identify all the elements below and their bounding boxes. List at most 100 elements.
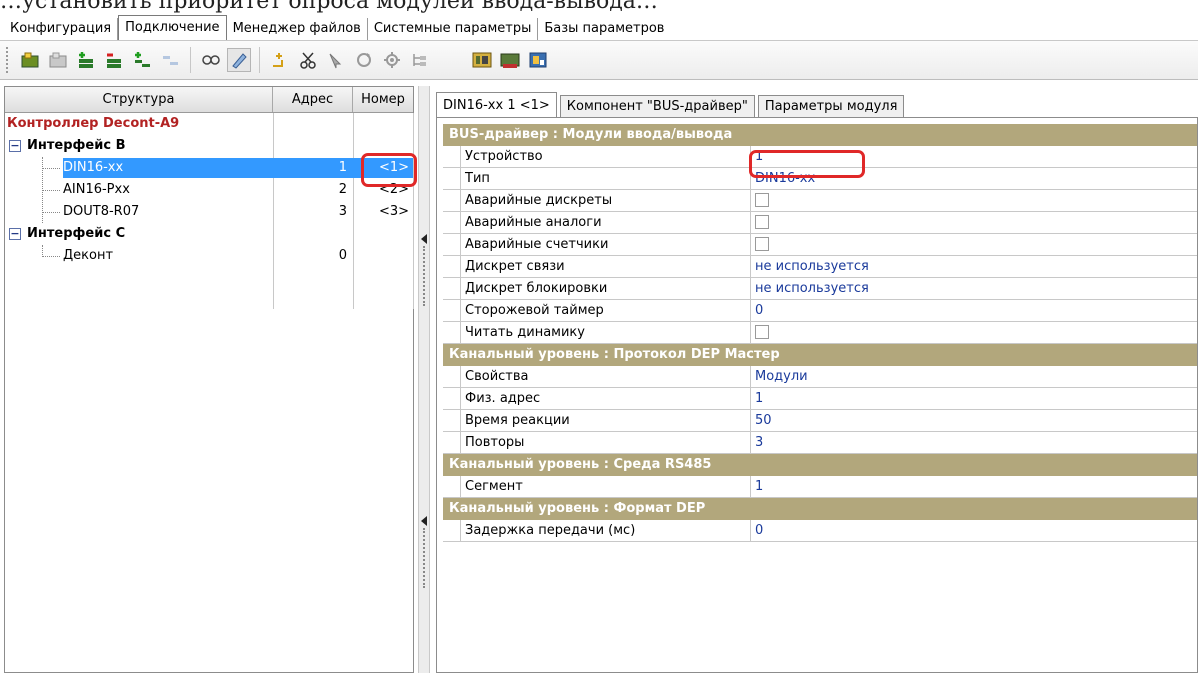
property-value[interactable]: 0 <box>751 520 1197 541</box>
splitter-grip[interactable] <box>423 528 425 588</box>
property-value[interactable]: не используется <box>751 256 1197 277</box>
tree-connector <box>42 256 60 257</box>
property-row[interactable]: Дискрет связи не используется <box>443 256 1197 278</box>
column-header-structure[interactable]: Структура <box>5 87 273 112</box>
collapse-icon[interactable] <box>158 48 182 72</box>
property-grid-frame: BUS-драйвер : Модули ввода/вывода Устрой… <box>436 117 1198 673</box>
tab-configuration[interactable]: Конфигурация <box>4 18 119 40</box>
property-value[interactable]: не используется <box>751 278 1197 299</box>
splitter-grip[interactable] <box>423 246 425 306</box>
toolbar-grip[interactable] <box>6 47 10 73</box>
collapse-toggle-icon[interactable]: − <box>9 140 21 152</box>
section-header[interactable]: Канальный уровень : Среда RS485 <box>443 454 1197 476</box>
tab-system-parameters[interactable]: Системные параметры <box>368 18 539 40</box>
property-row[interactable]: Сторожевой таймер 0 <box>443 300 1197 322</box>
property-name: Задержка передачи (мс) <box>461 520 751 541</box>
tree-item-name: DIN16-xx <box>63 160 124 175</box>
property-name: Аварийные аналоги <box>461 212 751 233</box>
add-child-icon[interactable] <box>130 48 154 72</box>
property-row[interactable]: Время реакции 50 <box>443 410 1197 432</box>
section-header[interactable]: Канальный уровень : Формат DEP <box>443 498 1197 520</box>
property-value[interactable]: 50 <box>751 410 1197 431</box>
property-row[interactable]: Свойства Модули <box>443 366 1197 388</box>
network-icon[interactable] <box>498 48 522 72</box>
checkbox[interactable] <box>755 193 769 207</box>
tree-item-dout8[interactable]: DOUT8-R07 3 <3> <box>5 201 413 223</box>
settings-icon[interactable] <box>380 48 404 72</box>
toolbar-separator <box>190 47 191 73</box>
property-value[interactable]: 3 <box>751 432 1197 453</box>
tree-connector <box>42 190 60 191</box>
add-item-icon[interactable] <box>74 48 98 72</box>
panel-splitter[interactable] <box>418 86 430 673</box>
add-module-icon[interactable] <box>18 48 42 72</box>
property-name: Читать динамику <box>461 322 751 343</box>
property-grid: BUS-драйвер : Модули ввода/вывода Устрой… <box>443 124 1197 542</box>
tab-module-parameters[interactable]: Параметры модуля <box>757 95 905 117</box>
property-name: Аварийные дискреты <box>461 190 751 211</box>
tab-bus-driver-component[interactable]: Компонент "BUS-драйвер" <box>559 95 755 117</box>
tree-interface-c[interactable]: − Интерфейс C <box>5 223 413 245</box>
checkbox[interactable] <box>755 325 769 339</box>
checkbox[interactable] <box>755 237 769 251</box>
tree-item-name: AIN16-Pxx <box>63 182 130 197</box>
property-name: Дискрет блокировки <box>461 278 751 299</box>
tab-module-din16[interactable]: DIN16-xx 1 <1> <box>436 92 557 117</box>
column-divider <box>413 113 414 309</box>
property-value[interactable]: 0 <box>751 300 1197 321</box>
sub-tab-bar: DIN16-xx 1 <1> Компонент "BUS-драйвер" П… <box>436 92 1198 117</box>
section-header[interactable]: BUS-драйвер : Модули ввода/вывода <box>443 124 1197 146</box>
property-name: Сторожевой таймер <box>461 300 751 321</box>
property-name: Повторы <box>461 432 751 453</box>
section-header[interactable]: Канальный уровень : Протокол DEP Мастер <box>443 344 1197 366</box>
property-value[interactable]: 1 <box>751 388 1197 409</box>
property-row[interactable]: Задержка передачи (мс) 0 <box>443 520 1197 542</box>
collapse-toggle-icon[interactable]: − <box>9 228 21 240</box>
delete-item-icon[interactable] <box>102 48 126 72</box>
remove-module-icon[interactable] <box>46 48 70 72</box>
tree-interface-b[interactable]: − Интерфейс B <box>5 135 413 157</box>
edit-icon[interactable] <box>227 48 251 72</box>
tab-file-manager[interactable]: Менеджер файлов <box>227 18 368 40</box>
property-value[interactable]: Модули <box>751 366 1197 387</box>
property-row[interactable]: Аварийные аналоги <box>443 212 1197 234</box>
column-header-number[interactable]: Номер <box>353 87 413 112</box>
tree-connector <box>42 168 60 169</box>
tree-item-address: 2 <box>338 182 347 197</box>
tree-item-name: Деконт <box>63 248 114 263</box>
property-name: Аварийные счетчики <box>461 234 751 255</box>
property-value[interactable]: 1 <box>751 476 1197 497</box>
property-name: Дискрет связи <box>461 256 751 277</box>
toolbar-separator <box>259 47 260 73</box>
property-row[interactable]: Читать динамику <box>443 322 1197 344</box>
property-row[interactable]: Повторы 3 <box>443 432 1197 454</box>
property-row[interactable]: Физ. адрес 1 <box>443 388 1197 410</box>
tree-item-dekont[interactable]: Деконт 0 <box>5 245 413 267</box>
collapse-left-arrow-icon[interactable] <box>421 234 427 244</box>
tree-item-ain16[interactable]: AIN16-Pxx 2 <2> <box>5 179 413 201</box>
property-row[interactable]: Дискрет блокировки не используется <box>443 278 1197 300</box>
main-tab-bar: Конфигурация Подключение Менеджер файлов… <box>0 14 1198 40</box>
module-manager-icon[interactable] <box>470 48 494 72</box>
checkbox[interactable] <box>755 215 769 229</box>
property-name: Время реакции <box>461 410 751 431</box>
tree-icon[interactable] <box>408 48 432 72</box>
copy-icon[interactable] <box>324 48 348 72</box>
collapse-left-arrow-icon[interactable] <box>421 516 427 526</box>
tree-root[interactable]: Контроллер Decont-A9 <box>5 113 413 135</box>
tree-item-number: <3> <box>378 204 409 219</box>
property-name: Тип <box>461 168 751 189</box>
property-row[interactable]: Сегмент 1 <box>443 476 1197 498</box>
column-header-address[interactable]: Адрес <box>273 87 353 112</box>
device-icon[interactable] <box>526 48 550 72</box>
cut-icon[interactable] <box>296 48 320 72</box>
property-row[interactable]: Аварийные дискреты <box>443 190 1197 212</box>
tab-parameter-bases[interactable]: Базы параметров <box>538 18 670 40</box>
refresh-icon[interactable] <box>352 48 376 72</box>
new-icon[interactable] <box>268 48 292 72</box>
tree-item-din16[interactable]: DIN16-xx 1 <1> <box>5 157 413 179</box>
property-row[interactable]: Аварийные счетчики <box>443 234 1197 256</box>
tab-connection[interactable]: Подключение <box>118 15 227 40</box>
toolbar <box>0 40 1198 80</box>
link-icon[interactable] <box>199 48 223 72</box>
